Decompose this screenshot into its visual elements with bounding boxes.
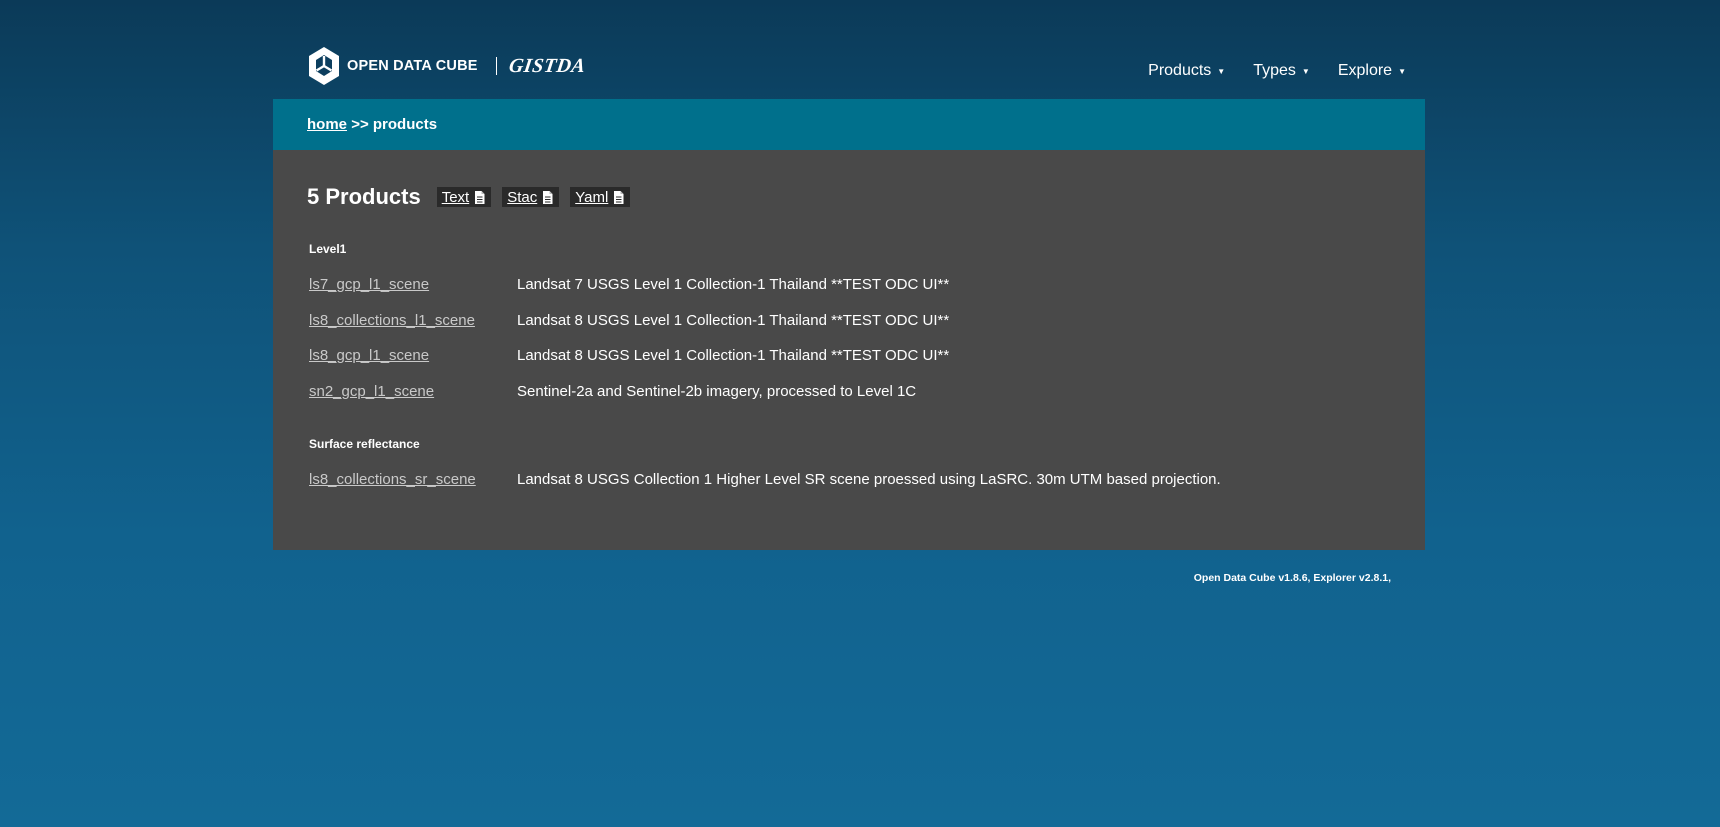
partner-logo: GISTDA	[507, 54, 587, 77]
product-row: ls8_collections_sr_scene Landsat 8 USGS …	[309, 471, 1221, 488]
product-row: ls8_collections_l1_scene Landsat 8 USGS …	[309, 312, 949, 329]
document-icon	[475, 191, 485, 204]
caret-down-icon: ▼	[1301, 66, 1310, 76]
site-logo[interactable]: OPEN DATA CUBE GISTDA	[307, 46, 587, 86]
nav-types-label: Types	[1253, 62, 1296, 79]
product-link[interactable]: ls7_gcp_l1_scene	[309, 276, 517, 293]
product-row: ls7_gcp_l1_scene Landsat 7 USGS Level 1 …	[309, 276, 949, 293]
product-row: ls8_gcp_l1_scene Landsat 8 USGS Level 1 …	[309, 347, 949, 364]
product-description: Landsat 8 USGS Level 1 Collection-1 Thai…	[517, 347, 950, 364]
product-link[interactable]: ls8_collections_l1_scene	[309, 312, 517, 329]
nav-explore-menu[interactable]: Explore ▼	[1338, 62, 1406, 80]
breadcrumb-separator: >>	[351, 116, 369, 133]
stac-format-button[interactable]: Stac	[502, 187, 560, 207]
text-format-button[interactable]: Text	[436, 187, 492, 207]
breadcrumb-current: products	[372, 116, 438, 133]
main-content: 5 Products Text Stac Yaml Level1 ls7_gcp…	[273, 150, 1425, 550]
stac-format-label: Stac	[507, 189, 538, 206]
cube-logo-icon	[309, 47, 339, 85]
page-title: 5 Products	[307, 184, 421, 209]
yaml-format-button[interactable]: Yaml	[570, 187, 631, 207]
document-icon	[614, 191, 624, 204]
nav-products-label: Products	[1148, 62, 1212, 79]
document-icon	[543, 191, 553, 204]
product-row: sn2_gcp_l1_scene Sentinel-2a and Sentine…	[309, 383, 916, 400]
group-title-level1: Level1	[309, 242, 347, 256]
product-description: Sentinel-2a and Sentinel-2b imagery, pro…	[517, 383, 917, 400]
logo-divider	[495, 57, 497, 75]
product-description: Landsat 7 USGS Level 1 Collection-1 Thai…	[517, 276, 950, 293]
product-link[interactable]: sn2_gcp_l1_scene	[309, 383, 517, 400]
product-link[interactable]: ls8_gcp_l1_scene	[309, 347, 517, 364]
product-description: Landsat 8 USGS Level 1 Collection-1 Thai…	[517, 312, 950, 329]
title-row: 5 Products Text Stac Yaml	[307, 184, 641, 210]
nav-explore-label: Explore	[1337, 62, 1393, 79]
nav-products-menu[interactable]: Products ▼	[1148, 62, 1225, 80]
breadcrumb-bar: home >> products	[273, 99, 1425, 150]
footer-version: Open Data Cube v1.8.6, Explorer v2.8.1,	[1193, 572, 1391, 584]
header: OPEN DATA CUBE GISTDA Products ▼ Types ▼…	[273, 0, 1425, 99]
main-nav: Products ▼ Types ▼ Explore ▼	[1148, 62, 1406, 80]
product-link[interactable]: ls8_collections_sr_scene	[309, 471, 517, 488]
breadcrumb: home >> products	[307, 116, 437, 133]
text-format-label: Text	[441, 189, 470, 206]
caret-down-icon: ▼	[1217, 66, 1226, 76]
group-title-surface-reflectance: Surface reflectance	[309, 437, 420, 451]
breadcrumb-home-link[interactable]: home	[307, 116, 347, 133]
product-description: Landsat 8 USGS Collection 1 Higher Level…	[517, 471, 1221, 488]
caret-down-icon: ▼	[1398, 66, 1406, 76]
yaml-format-label: Yaml	[575, 189, 609, 206]
nav-types-menu[interactable]: Types ▼	[1253, 62, 1310, 80]
logo-text: OPEN DATA CUBE	[347, 58, 478, 74]
